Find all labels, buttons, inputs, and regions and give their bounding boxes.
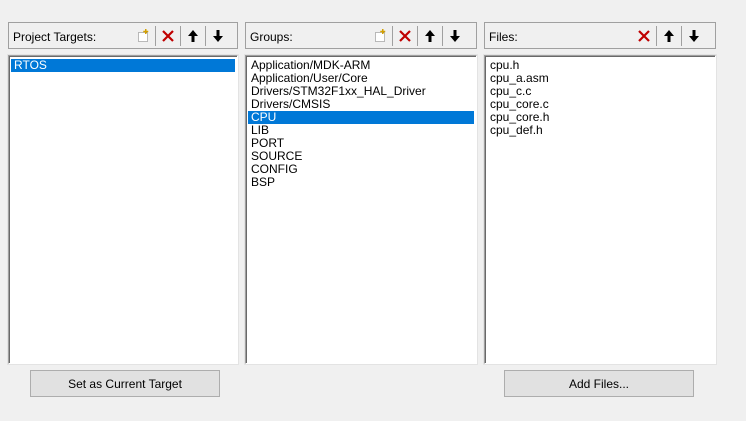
toolbar-separator (180, 26, 181, 46)
groups-title: Groups: (250, 30, 293, 44)
delete-icon (399, 30, 411, 42)
manage-project-items-dialog: Project Targets: RTOS Groups: Applicatio… (0, 0, 746, 421)
move-target-down-button[interactable] (208, 26, 228, 46)
group-list-item[interactable]: CPU (248, 111, 474, 124)
toolbar-separator (155, 26, 156, 46)
toolbar-separator (417, 26, 418, 46)
move-file-up-button[interactable] (659, 26, 679, 46)
new-group-button[interactable] (370, 26, 390, 46)
toolbar-separator (681, 26, 682, 46)
move-down-icon (689, 30, 699, 42)
target-list-item[interactable]: RTOS (11, 59, 235, 72)
project-targets-header: Project Targets: (8, 22, 238, 49)
delete-target-button[interactable] (158, 26, 178, 46)
files-list[interactable]: cpu.h cpu_a.asm cpu_c.c cpu_core.c cpu_core.… (484, 55, 716, 364)
new-target-button[interactable] (133, 26, 153, 46)
delete-icon (162, 30, 174, 42)
move-up-icon (425, 30, 435, 42)
groups-list[interactable]: Application/MDK-ARM Application/User/Core… (245, 55, 477, 364)
add-files-button[interactable]: Add Files... (504, 370, 694, 397)
toolbar-separator (442, 26, 443, 46)
toolbar-separator (205, 26, 206, 46)
toolbar-separator (392, 26, 393, 46)
move-target-up-button[interactable] (183, 26, 203, 46)
delete-group-button[interactable] (395, 26, 415, 46)
groups-header: Groups: (245, 22, 477, 49)
new-item-icon (375, 29, 386, 42)
move-up-icon (664, 30, 674, 42)
move-down-icon (213, 30, 223, 42)
project-targets-list[interactable]: RTOS (8, 55, 238, 364)
files-title: Files: (489, 30, 518, 44)
move-up-icon (188, 30, 198, 42)
new-item-icon (138, 29, 149, 42)
project-targets-title: Project Targets: (13, 30, 97, 44)
move-group-up-button[interactable] (420, 26, 440, 46)
group-list-item[interactable]: BSP (248, 176, 474, 189)
group-list-item[interactable]: Drivers/CMSIS (248, 98, 474, 111)
delete-icon (638, 30, 650, 42)
move-down-icon (450, 30, 460, 42)
move-group-down-button[interactable] (445, 26, 465, 46)
set-as-current-target-button[interactable]: Set as Current Target (30, 370, 220, 397)
delete-file-button[interactable] (634, 26, 654, 46)
files-header: Files: (484, 22, 716, 49)
file-list-item[interactable]: cpu_def.h (487, 124, 713, 137)
move-file-down-button[interactable] (684, 26, 704, 46)
toolbar-separator (656, 26, 657, 46)
group-list-item[interactable]: CONFIG (248, 163, 474, 176)
